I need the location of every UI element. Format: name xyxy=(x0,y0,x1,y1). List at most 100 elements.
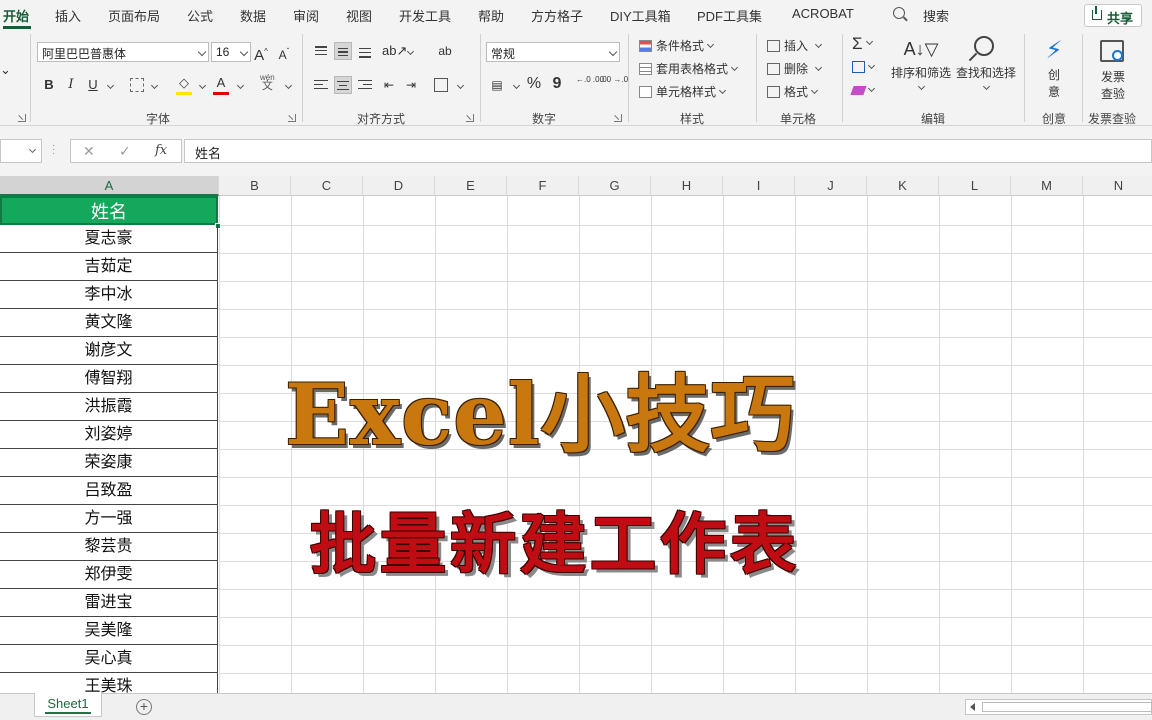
number-format-select[interactable]: 常规 xyxy=(486,42,620,62)
orientation-icon[interactable]: ab↗ xyxy=(382,42,407,60)
align-top-icon[interactable] xyxy=(312,42,330,60)
column-header-m[interactable]: M xyxy=(1011,176,1083,196)
name-cell[interactable]: 刘姿婷 xyxy=(0,421,218,449)
tab-page-layout[interactable]: 页面布局 xyxy=(108,6,160,25)
formula-input[interactable]: 姓名 xyxy=(184,139,1152,163)
name-cell[interactable]: 夏志豪 xyxy=(0,225,218,253)
column-header-d[interactable]: D xyxy=(363,176,435,196)
creative-button[interactable]: ⚡ 创 意 xyxy=(1034,36,1074,100)
enter-icon[interactable]: ✓ xyxy=(119,143,131,160)
tab-home[interactable]: 开始 xyxy=(3,6,29,25)
font-color-dropdown-icon[interactable] xyxy=(234,80,245,94)
decrease-decimal-button[interactable]: .00 →.0 xyxy=(600,75,628,84)
name-cell[interactable]: 雷进宝 xyxy=(0,589,218,617)
insert-cells-button[interactable]: 插入 xyxy=(767,37,823,54)
column-header-k[interactable]: K xyxy=(867,176,939,196)
name-cell[interactable]: 郑伊雯 xyxy=(0,561,218,589)
horizontal-scrollbar[interactable] xyxy=(965,699,1152,715)
align-middle-icon[interactable] xyxy=(334,42,352,60)
name-cell[interactable]: 谢彦文 xyxy=(0,337,218,365)
orientation-dropdown-icon[interactable] xyxy=(404,46,415,60)
tab-diy-toolbox[interactable]: DIY工具箱 xyxy=(610,6,671,25)
name-cell[interactable]: 吕致盈 xyxy=(0,477,218,505)
comma-style-button[interactable]: 9 xyxy=(548,75,566,93)
scroll-left-icon[interactable] xyxy=(970,703,975,711)
name-cell[interactable]: 吴心真 xyxy=(0,645,218,673)
phonetic-dropdown-icon[interactable] xyxy=(282,80,293,94)
font-launcher-icon[interactable] xyxy=(288,114,296,122)
name-cell[interactable]: 王美珠 xyxy=(0,673,218,693)
fill-button[interactable] xyxy=(852,60,876,74)
grow-font-button[interactable]: A^ xyxy=(252,43,270,64)
clipboard-launcher-icon[interactable] xyxy=(18,114,26,122)
accounting-format-icon[interactable]: ▤ xyxy=(488,76,506,94)
tab-review[interactable]: 审阅 xyxy=(293,6,319,25)
name-cell[interactable]: 方一强 xyxy=(0,505,218,533)
increase-decimal-button[interactable]: ←.0 .00 xyxy=(576,75,604,84)
borders-icon[interactable] xyxy=(130,78,144,92)
tab-acrobat[interactable]: ACROBAT xyxy=(792,6,854,21)
format-cells-button[interactable]: 格式 xyxy=(767,83,819,100)
fill-color-icon[interactable]: ◇ xyxy=(175,74,193,92)
column-header-l[interactable]: L xyxy=(939,176,1011,196)
tab-pdf-tools[interactable]: PDF工具集 xyxy=(697,6,762,25)
name-cell[interactable]: 洪振霞 xyxy=(0,393,218,421)
phonetic-guide-button[interactable]: wén 文 xyxy=(260,74,275,92)
name-cell[interactable]: 荣姿康 xyxy=(0,449,218,477)
column-header-n[interactable]: N xyxy=(1083,176,1152,196)
bold-button[interactable]: B xyxy=(40,76,58,94)
merge-dropdown-icon[interactable] xyxy=(454,80,465,94)
delete-cells-button[interactable]: 删除 xyxy=(767,60,823,77)
font-name-select[interactable]: 阿里巴巴普惠体 xyxy=(37,42,209,62)
name-cell[interactable]: 傅智翔 xyxy=(0,365,218,393)
tab-help[interactable]: 帮助 xyxy=(478,6,504,25)
align-bottom-icon[interactable] xyxy=(356,42,374,60)
column-header-g[interactable]: G xyxy=(579,176,651,196)
font-size-select[interactable]: 16 xyxy=(211,42,251,62)
align-right-icon[interactable] xyxy=(356,76,374,94)
borders-dropdown-icon[interactable] xyxy=(148,80,159,94)
increase-indent-icon[interactable]: ⇥ xyxy=(402,76,420,94)
shrink-font-button[interactable]: Aˇ xyxy=(275,43,293,62)
insert-function-icon[interactable]: fx xyxy=(155,143,167,158)
column-header-j[interactable]: J xyxy=(795,176,867,196)
align-left-icon[interactable] xyxy=(312,76,330,94)
font-color-button[interactable]: A xyxy=(212,74,230,92)
conditional-formatting-button[interactable]: 条件格式 xyxy=(639,37,715,54)
add-sheet-icon[interactable]: + xyxy=(136,699,152,715)
column-header-h[interactable]: H xyxy=(651,176,723,196)
clipboard-fragment-icon[interactable]: ⌄ xyxy=(0,62,11,78)
align-center-icon[interactable] xyxy=(334,76,352,94)
tab-view[interactable]: 视图 xyxy=(346,6,372,25)
selected-header-cell[interactable]: 姓名 xyxy=(0,196,218,225)
sort-filter-button[interactable]: A↓▽ 排序和筛选 xyxy=(890,34,952,95)
tab-formulas[interactable]: 公式 xyxy=(187,6,213,25)
find-select-button[interactable]: 查找和选择 xyxy=(954,34,1018,95)
column-header-c[interactable]: C xyxy=(291,176,363,196)
tab-data[interactable]: 数据 xyxy=(240,6,266,25)
cancel-icon[interactable]: ✕ xyxy=(83,143,95,160)
column-header-a[interactable]: A xyxy=(0,176,219,196)
name-cell[interactable]: 吉茹定 xyxy=(0,253,218,281)
decrease-indent-icon[interactable]: ⇤ xyxy=(380,76,398,94)
underline-dropdown-icon[interactable] xyxy=(104,80,115,94)
accounting-dropdown-icon[interactable] xyxy=(510,80,521,94)
share-button[interactable]: 共享 xyxy=(1084,4,1142,27)
clear-button[interactable] xyxy=(850,83,876,97)
column-header-e[interactable]: E xyxy=(435,176,507,196)
name-cell[interactable]: 黎芸贵 xyxy=(0,533,218,561)
sheet-tab-sheet1[interactable]: Sheet1 xyxy=(34,693,102,717)
column-header-b[interactable]: B xyxy=(219,176,291,196)
name-cell[interactable]: 吴美隆 xyxy=(0,617,218,645)
number-launcher-icon[interactable] xyxy=(614,114,622,122)
formula-bar-grip[interactable]: · · · xyxy=(52,141,55,159)
alignment-launcher-icon[interactable] xyxy=(466,114,474,122)
name-cell[interactable]: 黄文隆 xyxy=(0,309,218,337)
percent-style-button[interactable]: % xyxy=(525,75,543,93)
underline-button[interactable]: U xyxy=(84,76,102,94)
tab-fangfanggezi[interactable]: 方方格子 xyxy=(531,6,583,25)
name-cell[interactable]: 李中冰 xyxy=(0,281,218,309)
invoice-check-button[interactable]: 发票 查验 xyxy=(1090,36,1136,102)
scrollbar-thumb[interactable] xyxy=(982,702,1152,712)
fill-color-dropdown-icon[interactable] xyxy=(196,80,207,94)
